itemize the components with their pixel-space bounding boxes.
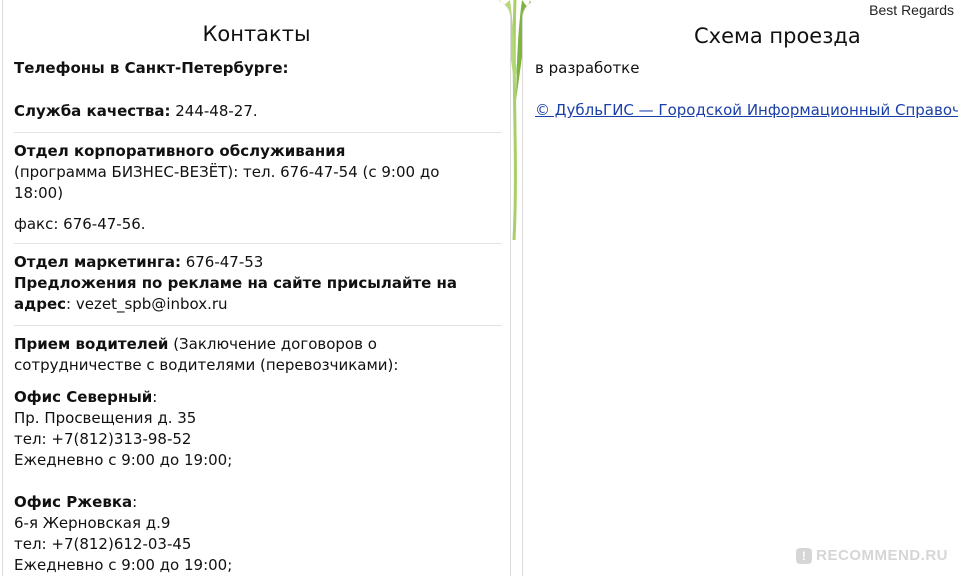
marketing-phone: 676-47-53 <box>180 253 264 271</box>
office-rzhevka-address: 6-я Жерновская д.9 <box>14 514 171 532</box>
divider <box>14 132 502 133</box>
route-status: в разработке <box>535 59 640 77</box>
recommend-logo-icon: ! <box>796 547 813 564</box>
corporate-line2: 18:00) <box>14 184 64 202</box>
office-rzhevka-label: Офис Ржевка <box>14 493 133 511</box>
office-north-hours: Ежедневно с 9:00 до 19:00; <box>14 451 233 469</box>
divider <box>14 325 502 326</box>
page: Контакты Телефоны в Санкт-Петербурге: Сл… <box>0 0 958 576</box>
ads-line1: Предложения по рекламе на сайте присылай… <box>14 274 458 292</box>
corporate-line1: (программа БИЗНЕС-ВЕЗЁТ): тел. 676-47-54… <box>14 163 440 181</box>
quality-service-label: Служба качества: <box>14 102 171 120</box>
corporate-fax: факс: 676-47-56. <box>14 215 146 233</box>
office-rzhevka-colon: : <box>132 493 138 511</box>
contacts-panel: Контакты Телефоны в Санкт-Петербурге: Сл… <box>2 0 511 576</box>
recommend-watermark: ! RECOMMEND.RU <box>796 547 948 564</box>
drivers-line2: сотрудничестве с водителями (перевозчика… <box>14 356 399 374</box>
office-north-address: Пр. Просвещения д. 35 <box>14 409 197 427</box>
contacts-content: Телефоны в Санкт-Петербурге: Служба каче… <box>14 58 502 576</box>
office-north-colon: : <box>152 388 158 406</box>
marketing: Отдел маркетинга: 676-47-53 <box>14 252 502 273</box>
phones-heading: Телефоны в Санкт-Петербурге: <box>14 59 289 77</box>
office-north-phone: тел: +7(812)313-98-52 <box>14 430 192 448</box>
drivers: Прием водителей (Заключение договоров о <box>14 334 502 355</box>
contacts-title: Контакты <box>202 22 311 46</box>
office-rzhevka-hours: Ежедневно с 9:00 до 19:00; <box>14 556 233 574</box>
route-panel: Схема проезда в разработке © ДубльГИС — … <box>522 0 958 576</box>
office-north-label: Офис Северный <box>14 388 153 406</box>
dublgis-link[interactable]: © ДубльГИС — Городской Информационный Сп… <box>535 100 958 121</box>
marketing-label: Отдел маркетинга: <box>14 253 181 271</box>
divider <box>14 243 502 244</box>
quality-service: Служба качества: 244-48-27. <box>14 101 502 122</box>
drivers-line1: (Заключение договоров о <box>168 335 377 353</box>
best-regards-label: Best Regards <box>869 2 954 18</box>
route-content: в разработке © ДубльГИС — Городской Инфо… <box>535 58 958 121</box>
ads-address-label: адрес <box>14 295 67 313</box>
recommend-watermark-text: RECOMMEND.RU <box>816 547 948 564</box>
office-rzhevka: Офис Ржевка: <box>14 492 502 513</box>
ads-line2: адрес: vezet_spb@inbox.ru <box>14 294 502 315</box>
ads-email: : vezet_spb@inbox.ru <box>66 295 228 313</box>
office-north: Офис Северный: <box>14 387 502 408</box>
corporate-label: Отдел корпоративного обслуживания <box>14 142 346 160</box>
drivers-label: Прием водителей <box>14 335 169 353</box>
office-rzhevka-phone: тел: +7(812)612-03-45 <box>14 535 192 553</box>
quality-service-phone: 244-48-27. <box>170 102 258 120</box>
